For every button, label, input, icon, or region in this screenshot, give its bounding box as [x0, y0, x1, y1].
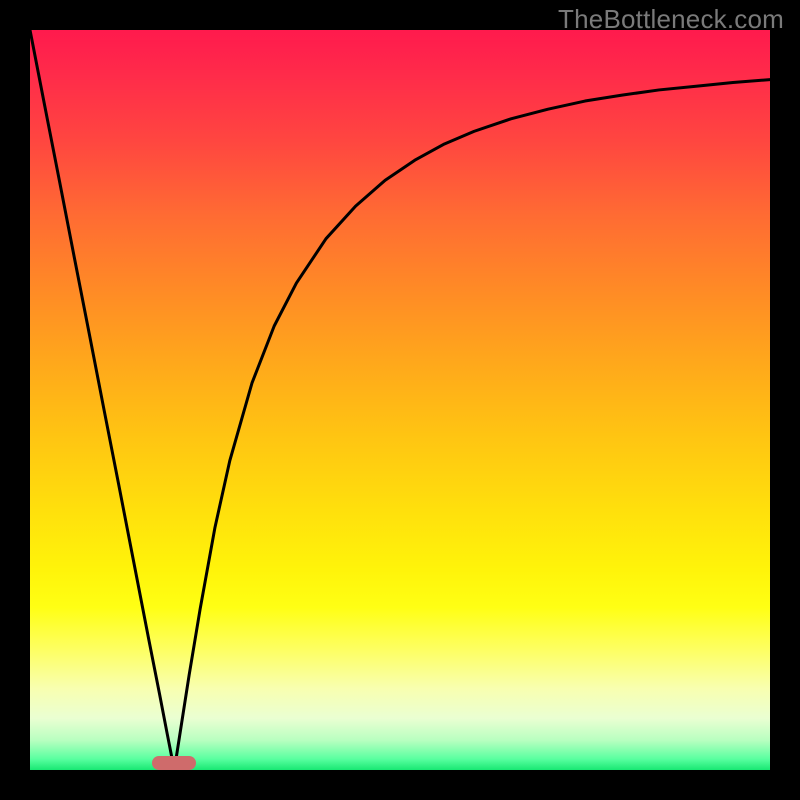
- sweet-spot-marker: [152, 756, 196, 770]
- chart-frame: TheBottleneck.com: [0, 0, 800, 800]
- plot-area: [30, 30, 770, 770]
- bottleneck-curve: [30, 30, 770, 770]
